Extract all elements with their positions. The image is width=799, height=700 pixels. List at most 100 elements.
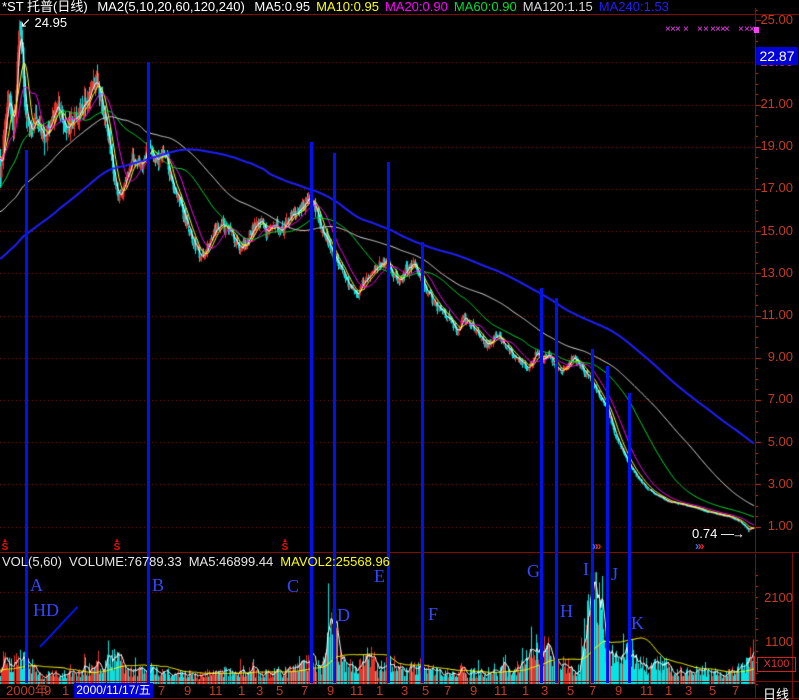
date-tick-label: 1 [665, 684, 672, 698]
chevron-marks-icon: »» [695, 541, 704, 551]
marker-letter-K: K [631, 614, 644, 632]
date-tick-label: 3 [401, 684, 408, 698]
volume-header-item-1: VOLUME:76789.33 [69, 554, 182, 569]
low-arrow-icon: —→ [721, 526, 743, 541]
signal-x-mark-icon: × [675, 25, 681, 35]
price-axis-label: 13.00 [757, 266, 793, 280]
low-price-label: 0.74 [692, 526, 717, 541]
event-line-A [25, 150, 28, 683]
marker-letter-J: J [611, 565, 618, 583]
date-tick-label: 5 [567, 684, 574, 698]
peak-arrow-icon: ↙ [20, 15, 31, 30]
price-axis-label: 19.00 [757, 139, 793, 153]
volume-header-item-0: VOL(5,60) [2, 554, 62, 569]
chart-canvas[interactable] [0, 0, 799, 700]
event-line-D [333, 153, 336, 683]
peak-price-label: 24.95 [35, 15, 68, 30]
marker-letter-G: G [527, 562, 540, 580]
date-tick-label: 3 [256, 684, 263, 698]
date-tick-label: 7 [158, 684, 165, 698]
volume-axis-label: 2100 [759, 590, 793, 605]
date-tick-label: 1 [238, 684, 245, 698]
date-tick-label: 11 [209, 684, 223, 698]
period-label: 日线 [757, 684, 795, 700]
event-line-C [310, 142, 313, 683]
signal-x-mark-icon: × [738, 25, 744, 35]
marker-letter-I: I [583, 560, 589, 578]
event-line-E [387, 162, 390, 683]
price-axis-label: 15.00 [757, 224, 793, 238]
date-tick-label: 9 [615, 684, 622, 698]
date-tick-label: 3 [685, 684, 692, 698]
selected-date-highlight: 2000/11/17/五 [74, 683, 153, 698]
ma-value-4: MA120:1.15 [523, 0, 593, 14]
chart-header: *ST 托普(日线) MA2(5,10,20,60,120,240) MA5:0… [2, 0, 681, 14]
signal-x-mark-icon: × [703, 25, 709, 35]
ma-value-5: MA240:1.53 [599, 0, 669, 14]
event-line-I [591, 349, 594, 683]
price-axis-label: 25.00 [757, 13, 793, 27]
date-tick-label: 9 [470, 684, 477, 698]
chevron-marks-icon: »» [592, 541, 601, 551]
date-tick-label: 7 [301, 684, 308, 698]
event-line-H [555, 298, 558, 683]
marker-letter-H: H [560, 602, 573, 620]
right-axis-line [755, 8, 756, 699]
date-tick-label: 1 [522, 684, 529, 698]
price-axis-label: 21.00 [757, 97, 793, 111]
ex-dividend-mark: ▲S [112, 539, 122, 552]
current-price-badge: 22.87 [756, 47, 798, 65]
event-line-G [540, 288, 543, 683]
date-tick-label: 7 [444, 684, 451, 698]
marker-letter-B: B [152, 576, 164, 594]
date-tick-label: 5 [422, 684, 429, 698]
stock-title: *ST 托普(日线) [2, 0, 88, 14]
axis-box-line [792, 552, 793, 699]
volume-axis-label: 1100 [759, 634, 793, 649]
volume-unit-label: X100 [757, 657, 796, 672]
marker-letter-D: D [337, 606, 350, 624]
date-tick-label: 11 [350, 684, 364, 698]
signal-block-icon [754, 27, 759, 33]
ex-dividend-mark: ▲S [0, 539, 10, 552]
low-price-annotation: 0.74 —→ [692, 526, 743, 541]
date-tick-label: 5 [709, 684, 716, 698]
volume-header-item-2: MA5:46899.44 [189, 554, 274, 569]
ma-value-3: MA60:0.90 [454, 0, 517, 14]
signal-x-mark-icon: × [697, 25, 703, 35]
event-line-K [628, 393, 631, 683]
marker-letter-F: F [428, 605, 438, 623]
peak-price-annotation: ↙ 24.95 [20, 15, 67, 31]
date-tick-label: 9 [327, 684, 334, 698]
volume-header: VOL(5,60)VOLUME:76789.33MA5:46899.44MAVO… [2, 554, 397, 569]
ma-value-1: MA10:0.95 [316, 0, 379, 14]
year-label: 2000年 [6, 684, 48, 698]
date-tick-label: 1 [62, 684, 69, 698]
event-line-B [147, 62, 150, 683]
ex-dividend-mark: ▲S [280, 539, 290, 552]
date-tick-label: 3 [541, 684, 548, 698]
ma-values: MA5:0.95MA10:0.95MA20:0.90MA60:0.90MA120… [254, 0, 675, 14]
price-axis-label: 11.00 [757, 308, 793, 322]
date-tick-label: 9 [44, 684, 51, 698]
stock-chart-app: *ST 托普(日线) MA2(5,10,20,60,120,240) MA5:0… [0, 0, 799, 700]
indicator-label: MA2(5,10,20,60,120,240) [97, 0, 244, 14]
date-tick-label: 11 [640, 684, 654, 698]
price-axis-label: 17.00 [757, 181, 793, 195]
signal-x-mark-icon: × [683, 25, 689, 35]
date-axis[interactable]: 2000年 9179111357911135791113579111357 20… [0, 682, 799, 699]
date-tick-label: 7 [589, 684, 596, 698]
date-tick-label: 9 [184, 684, 191, 698]
date-tick-label: 5 [276, 684, 283, 698]
ma-value-0: MA5:0.95 [254, 0, 310, 14]
marker-letter-C: C [287, 577, 299, 595]
hd-trendline-label: HD [33, 601, 59, 619]
signal-x-mark-icon: × [724, 25, 730, 35]
date-tick-label: 7 [732, 684, 739, 698]
event-line-J [606, 366, 609, 683]
marker-letter-E: E [374, 567, 385, 585]
header-divider [0, 14, 799, 15]
price-axis-label: 9.00 [757, 350, 793, 364]
price-axis-label: 3.00 [757, 477, 793, 491]
price-axis-label: 7.00 [757, 392, 793, 406]
